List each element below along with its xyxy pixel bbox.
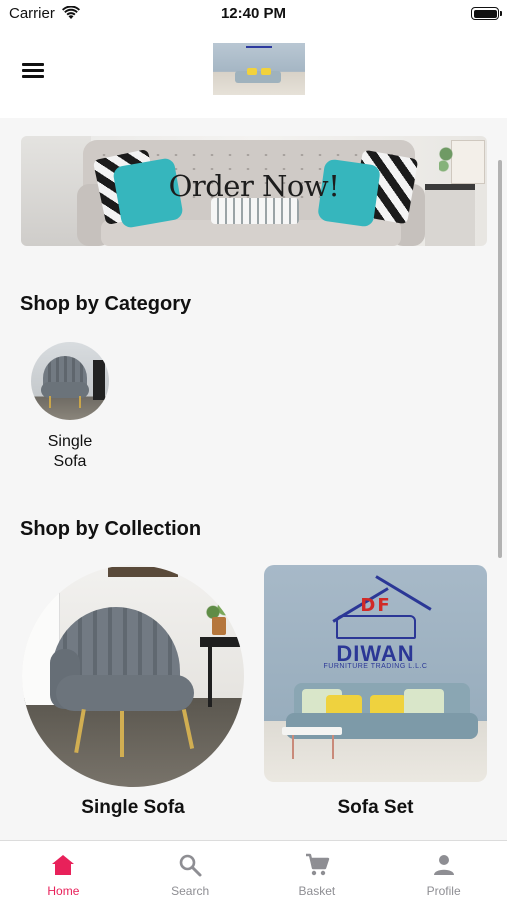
category-label: Single Sofa <box>47 433 93 470</box>
app-header <box>0 30 507 118</box>
clock: 12:40 PM <box>220 5 287 22</box>
tab-profile[interactable]: Profile <box>380 841 507 900</box>
home-icon <box>52 855 75 875</box>
shop-by-collection-title: Shop by Collection <box>20 518 202 540</box>
status-bar: Carrier 12:40 PM <box>0 0 507 30</box>
hamburger-menu-icon[interactable] <box>22 60 48 80</box>
collection-label: Single Sofa <box>81 797 185 818</box>
tab-label: Profile <box>426 884 461 898</box>
collection-image: DF DIWAN FURNITURE TRADING L.L.C <box>264 565 487 782</box>
collection-image <box>22 565 244 787</box>
logo-trading-text: FURNITURE TRADING L.L.C <box>323 663 428 670</box>
tab-home[interactable]: Home <box>0 841 127 900</box>
tab-bar: Home Search Basket Profile <box>0 840 507 900</box>
tab-label: Basket <box>298 884 336 898</box>
logo-df-text: DF <box>360 595 392 616</box>
header-logo[interactable] <box>213 43 305 95</box>
person-icon <box>433 855 454 875</box>
search-icon <box>179 854 202 877</box>
cart-icon <box>305 853 330 876</box>
shop-by-category-title: Shop by Category <box>20 293 192 315</box>
collection-label: Sofa Set <box>337 797 414 818</box>
tab-search[interactable]: Search <box>127 841 254 900</box>
scrollbar[interactable] <box>498 160 502 558</box>
category-image <box>31 342 109 420</box>
battery-icon <box>471 7 502 20</box>
banner-text: Order Now! <box>168 169 340 203</box>
order-now-banner[interactable]: Order Now! <box>21 136 487 246</box>
tab-basket[interactable]: Basket <box>254 841 381 900</box>
tab-label: Home <box>47 884 80 898</box>
tab-label: Search <box>171 884 210 898</box>
